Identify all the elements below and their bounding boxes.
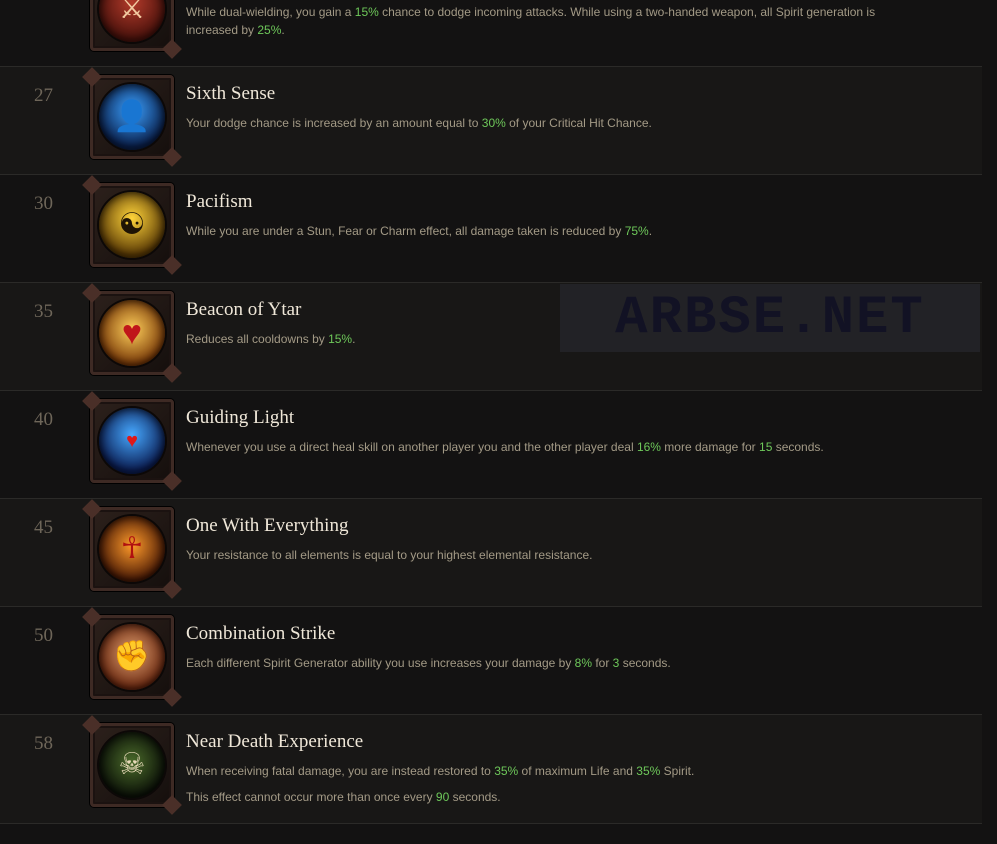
- passive-row: ⚔ While dual-wielding, you gain a 15% ch…: [0, 0, 982, 67]
- guiding-light-icon[interactable]: ♥: [90, 399, 174, 483]
- passive-description: Your resistance to all elements is equal…: [186, 548, 593, 562]
- passive-name: Guiding Light: [186, 407, 295, 428]
- passive-row: 40 ♥ Guiding Light Whenever you use a di…: [0, 391, 982, 499]
- near-death-skull-icon[interactable]: ☠: [90, 723, 174, 807]
- passive-row: 30 ☯ Pacifism While you are under a Stun…: [0, 175, 982, 283]
- passive-description: When receiving fatal damage, you are ins…: [186, 764, 695, 778]
- passive-description: While you are under a Stun, Fear or Char…: [186, 224, 653, 238]
- required-level: 58: [34, 733, 53, 754]
- passive-name: Combination Strike: [186, 623, 336, 644]
- passive-row: 27 👤 Sixth Sense Your dodge chance is in…: [0, 67, 982, 175]
- passive-description-extra: This effect cannot occur more than once …: [186, 790, 501, 804]
- combination-strike-fist-icon[interactable]: ✊: [90, 615, 174, 699]
- watermark: ARBSE.NET: [560, 284, 980, 352]
- passive-name: Near Death Experience: [186, 731, 364, 752]
- passive-skill-list: ⚔ While dual-wielding, you gain a 15% ch…: [0, 0, 982, 824]
- passive-description: Your dodge chance is increased by an amo…: [186, 116, 652, 130]
- required-level: 35: [34, 301, 53, 322]
- required-level: 27: [34, 85, 53, 106]
- passive-name: Sixth Sense: [186, 83, 276, 104]
- passive-row: 45 ☥ One With Everything Your resistance…: [0, 499, 982, 607]
- required-level: 40: [34, 409, 53, 430]
- pacifism-icon[interactable]: ☯: [90, 183, 174, 267]
- passive-name: Beacon of Ytar: [186, 299, 302, 320]
- sixth-sense-icon[interactable]: 👤: [90, 75, 174, 159]
- passive-row: 50 ✊ Combination Strike Each different S…: [0, 607, 982, 715]
- passive-name: One With Everything: [186, 515, 349, 536]
- required-level: 45: [34, 517, 53, 538]
- beacon-of-ytar-heart-icon[interactable]: ♥: [90, 291, 174, 375]
- passive-row: 58 ☠ Near Death Experience When receivin…: [0, 715, 982, 824]
- passive-description: Whenever you use a direct heal skill on …: [186, 440, 824, 454]
- passive-name: Pacifism: [186, 191, 253, 212]
- required-level: 50: [34, 625, 53, 646]
- dual-wield-warrior-icon[interactable]: ⚔: [90, 0, 174, 51]
- passive-description: While dual-wielding, you gain a 15% chan…: [186, 5, 876, 37]
- passive-description: Each different Spirit Generator ability …: [186, 656, 671, 670]
- required-level: 30: [34, 193, 53, 214]
- one-with-everything-icon[interactable]: ☥: [90, 507, 174, 591]
